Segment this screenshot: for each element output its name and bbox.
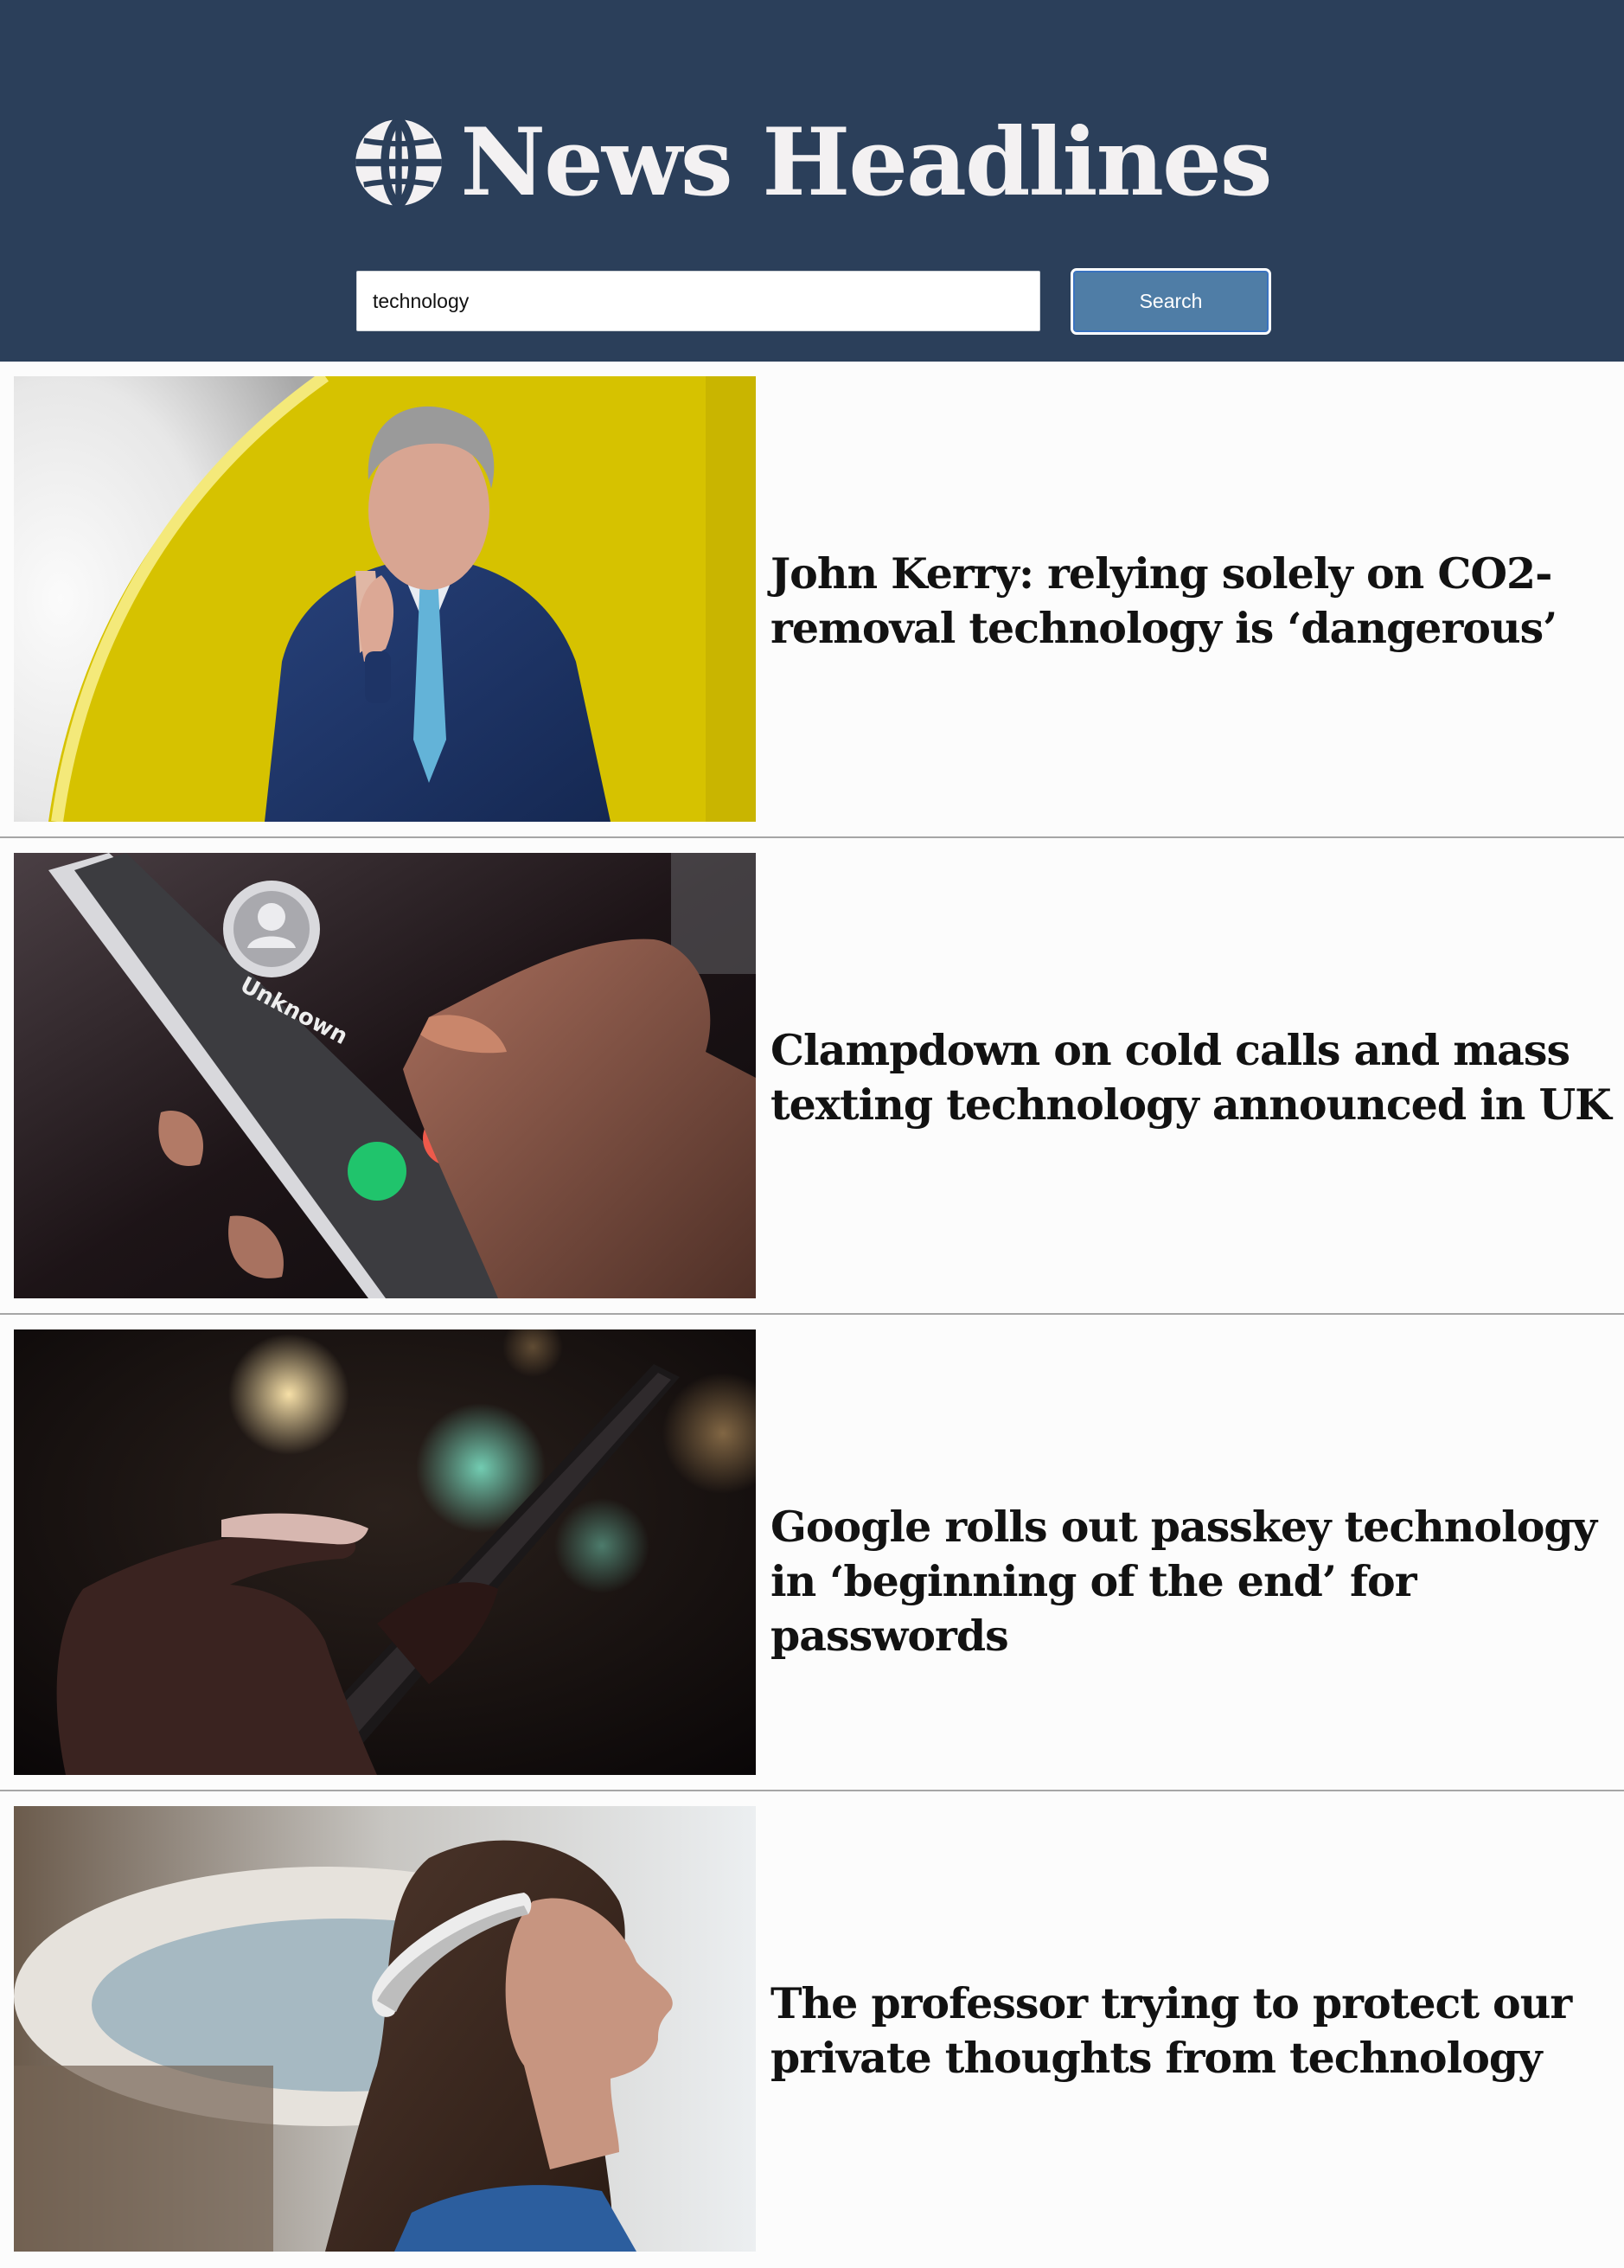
article-headline[interactable]: Google rolls out passkey technology in ‘… [770,1500,1614,1663]
article-item[interactable]: The professor trying to protect our priv… [0,1791,1624,2268]
article-item[interactable]: Unknown Clampdown on cold calls and mass… [0,838,1624,1315]
article-image[interactable] [14,1329,756,1775]
search-input[interactable] [356,271,1040,331]
page-header: News Headlines Search [0,0,1624,362]
article-item[interactable]: John Kerry: relying solely on CO2-remova… [0,362,1624,838]
article-image[interactable]: Unknown [14,853,756,1298]
search-button[interactable]: Search [1071,268,1271,335]
article-headline[interactable]: Clampdown on cold calls and mass texting… [770,1023,1614,1132]
article-headline[interactable]: The professor trying to protect our priv… [770,1976,1614,2085]
article-image[interactable] [14,376,756,822]
article-image[interactable] [14,1806,756,2252]
article-headline[interactable]: John Kerry: relying solely on CO2-remova… [770,547,1614,656]
article-item[interactable]: Google rolls out passkey technology in ‘… [0,1315,1624,1791]
globe-icon [355,117,443,208]
brand: News Headlines [0,111,1624,215]
site-title: News Headlines [460,108,1272,217]
